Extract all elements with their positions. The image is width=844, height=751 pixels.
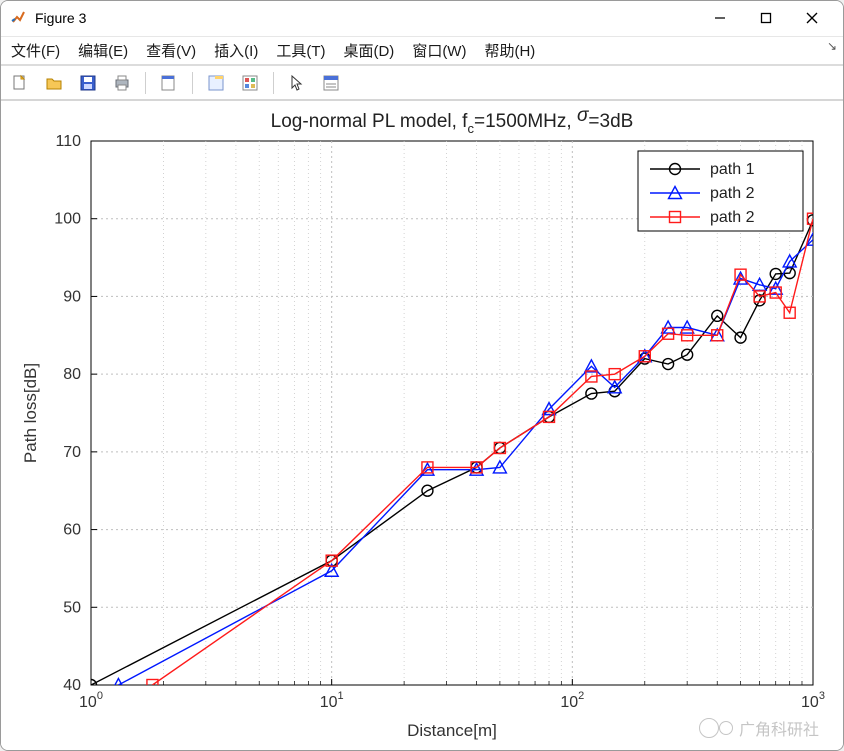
menu-desktop[interactable]: 桌面(D) [343,40,394,61]
svg-text:40: 40 [63,677,81,694]
menu-edit[interactable]: 编辑(E) [78,40,128,61]
svg-text:102: 102 [560,690,584,711]
new-file-icon[interactable] [7,70,33,96]
open-file-icon[interactable] [41,70,67,96]
print-icon[interactable] [109,70,135,96]
svg-text:Path loss[dB]: Path loss[dB] [21,363,40,463]
menubar: 文件(F) 编辑(E) 查看(V) 插入(I) 工具(T) 桌面(D) 窗口(W… [1,37,843,66]
menu-insert[interactable]: 插入(I) [214,40,258,61]
print-preview-icon[interactable] [156,70,182,96]
svg-text:100: 100 [79,690,103,711]
svg-text:Distance[m]: Distance[m] [407,721,497,740]
svg-text:110: 110 [55,133,81,150]
save-icon[interactable] [75,70,101,96]
legend: path 1 path 2 path 2 [638,151,803,231]
svg-text:103: 103 [801,690,825,711]
pointer-icon[interactable] [284,70,310,96]
insert-legend-icon[interactable] [318,70,344,96]
svg-text:path 1: path 1 [710,161,755,178]
titlebar: Figure 3 [1,1,843,37]
toolbar-separator [273,72,274,94]
svg-text:80: 80 [63,366,81,383]
figure-axes-area[interactable]: 40 50 60 70 80 90 100 110 100 101 102 103 Log-normal… [1,101,843,750]
svg-text:Log-normal PL model, fc=1500MH: Log-normal PL model, fc=1500MHz, σ=3dB [271,105,634,136]
window-controls [697,2,835,34]
menu-overflow-icon[interactable]: ↘ [827,39,837,53]
toolbar-separator [145,72,146,94]
menu-window[interactable]: 窗口(W) [412,40,466,61]
toolbar [1,66,843,101]
matlab-icon [11,10,27,26]
minimize-button[interactable] [697,2,743,34]
colorbar-icon[interactable] [237,70,263,96]
maximize-button[interactable] [743,2,789,34]
menu-help[interactable]: 帮助(H) [484,40,535,61]
svg-text:50: 50 [63,599,81,616]
svg-text:70: 70 [63,444,81,461]
svg-text:101: 101 [320,690,344,711]
axes[interactable]: 40 50 60 70 80 90 100 110 100 101 102 103 Log-normal… [1,101,843,750]
toolbar-separator [192,72,193,94]
close-button[interactable] [789,2,835,34]
svg-text:path 2: path 2 [710,209,755,226]
menu-view[interactable]: 查看(V) [146,40,196,61]
svg-text:60: 60 [63,522,81,539]
window-title: Figure 3 [35,10,86,26]
svg-text:90: 90 [63,288,81,305]
menu-tools[interactable]: 工具(T) [276,40,325,61]
svg-text:100: 100 [54,211,81,228]
svg-text:path 2: path 2 [710,185,755,202]
figure-window: Figure 3 文件(F) 编辑(E) 查看(V) 插入(I) 工具(T) 桌… [0,0,844,751]
datatip-icon[interactable] [203,70,229,96]
menu-file[interactable]: 文件(F) [11,40,60,61]
